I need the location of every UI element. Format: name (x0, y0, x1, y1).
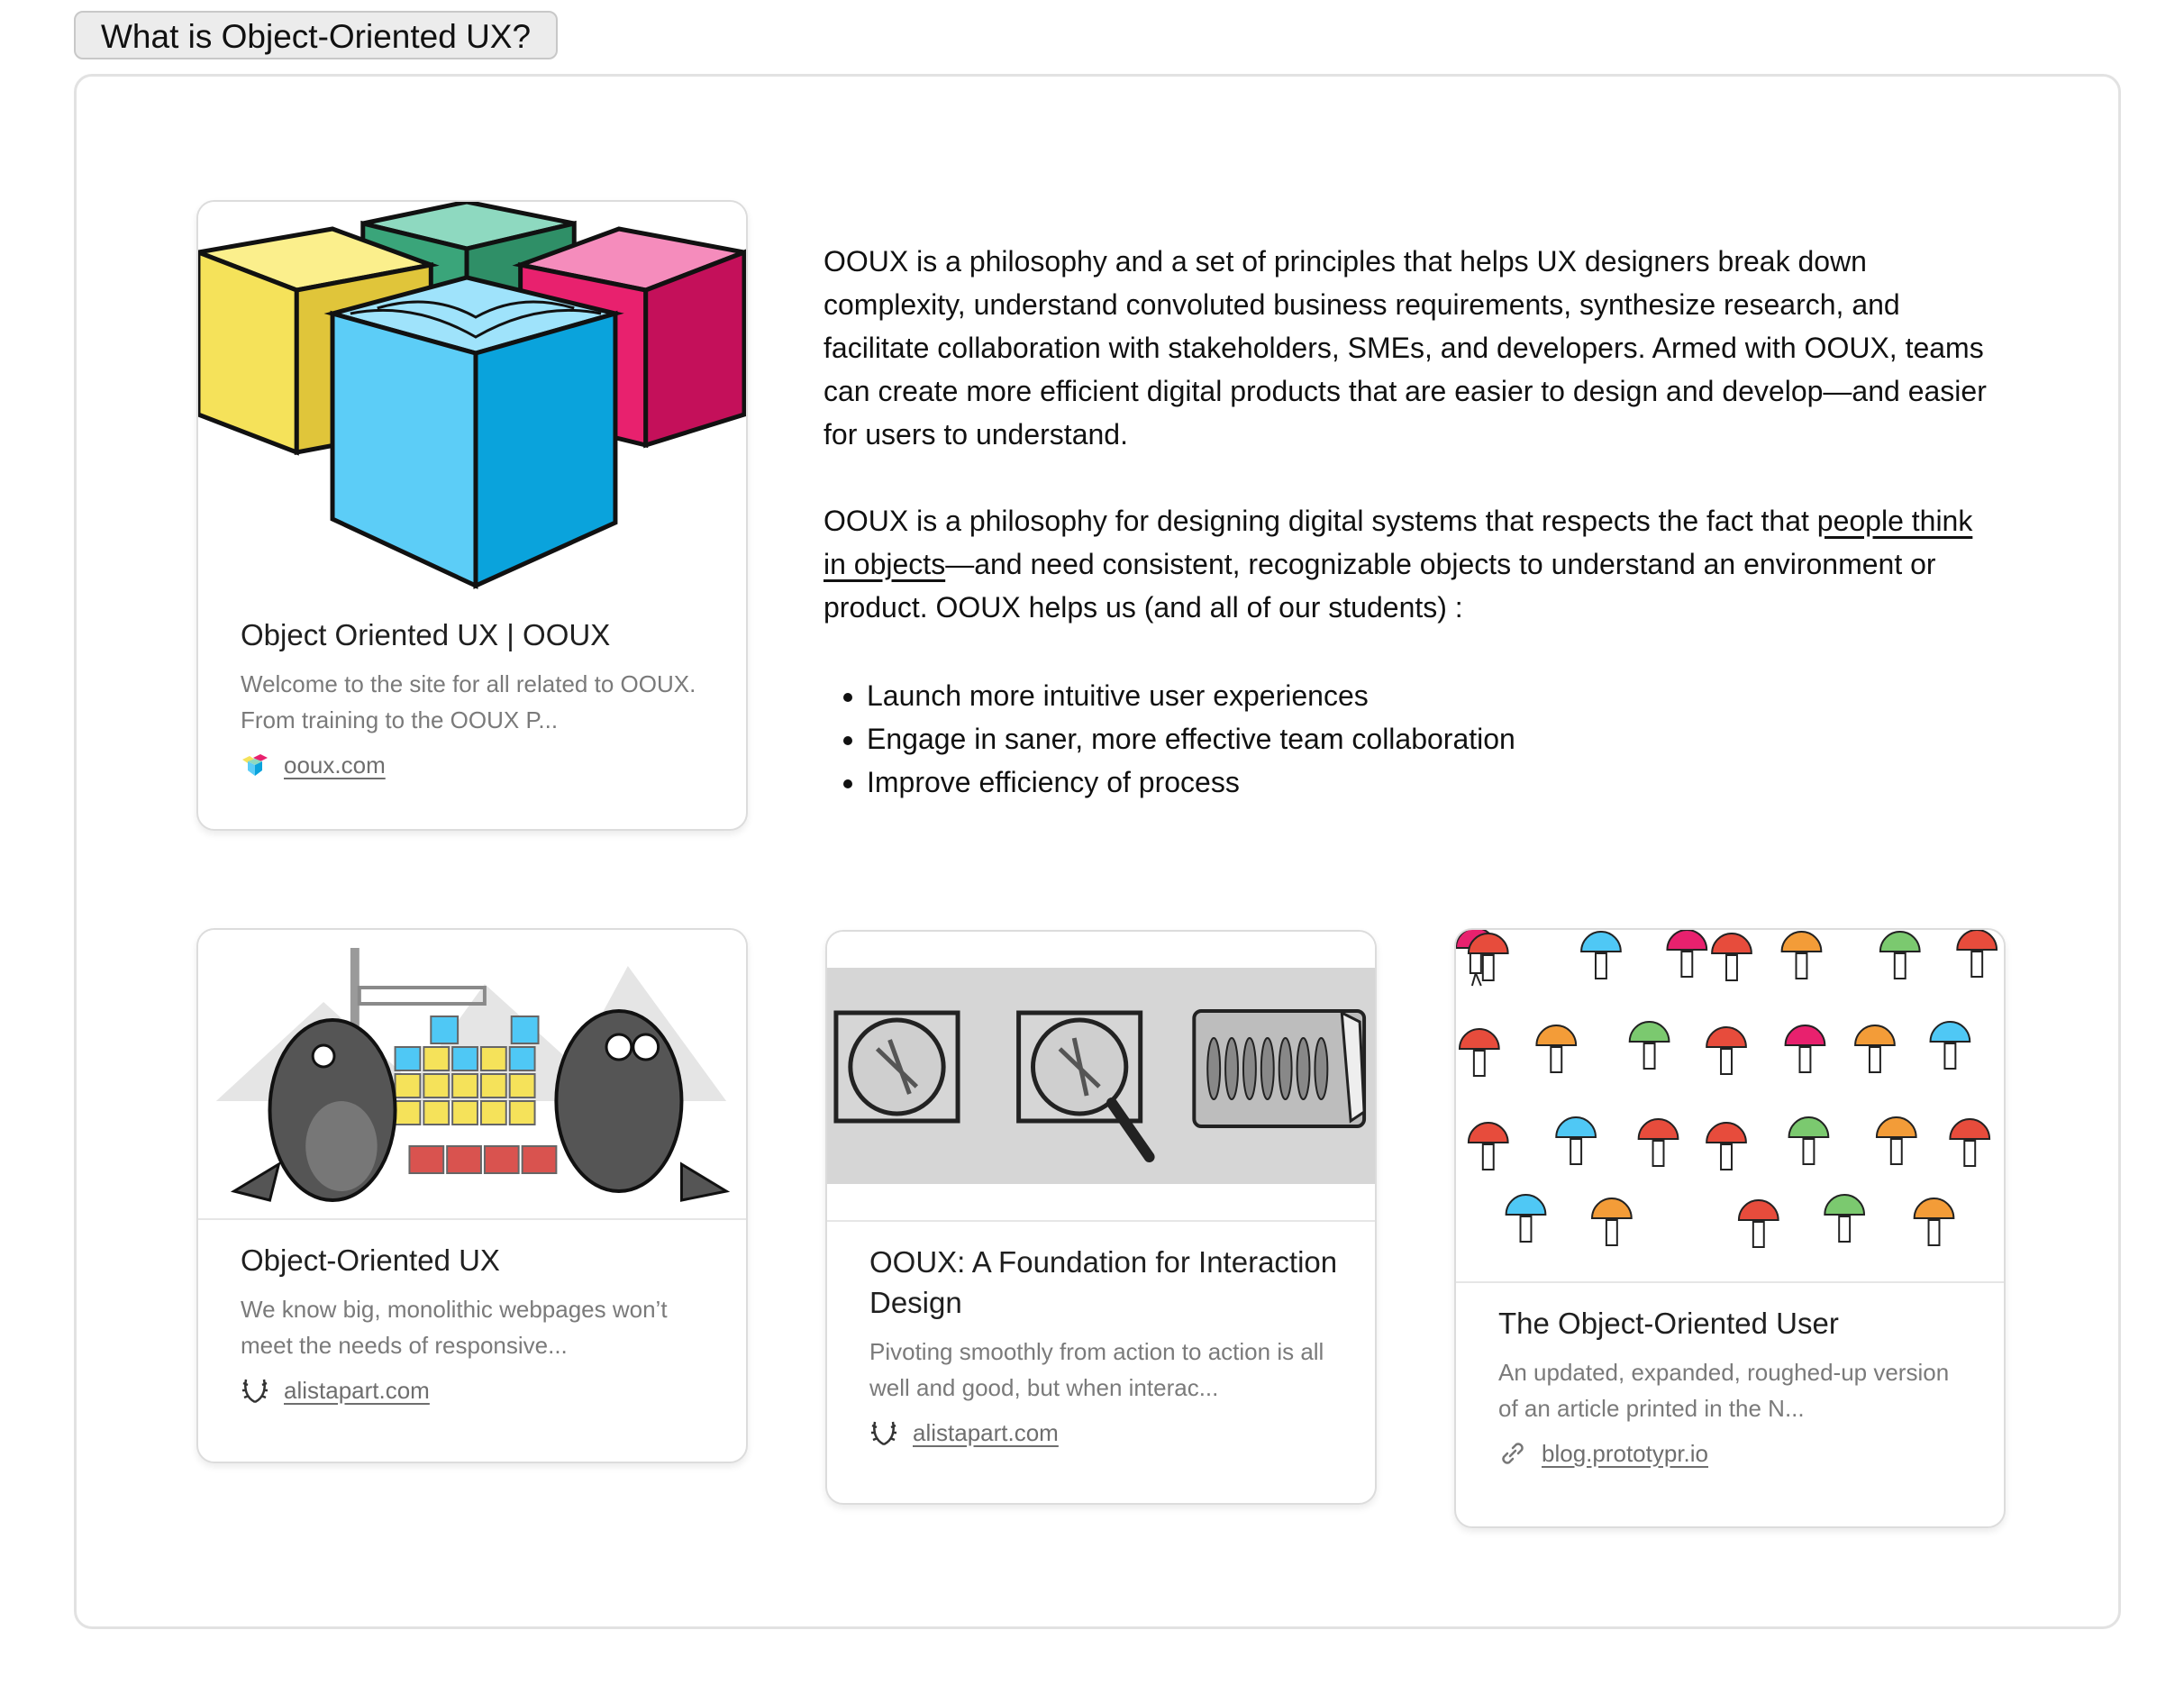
card-thumbnail-cubes (198, 202, 746, 598)
link-card-alistapart-ooux[interactable]: Object-Oriented UX We know big, monolith… (196, 928, 748, 1463)
card-thumbnail-monsters (198, 930, 746, 1220)
card-domain-link[interactable]: alistapart.com (284, 1377, 430, 1405)
card-source: ooux.com (241, 751, 710, 779)
card-body: Object Oriented UX | OOUX Welcome to the… (241, 615, 710, 779)
umbrellas-illustration (1456, 930, 2004, 1281)
list-item: Launch more intuitive user experiences (867, 674, 1515, 717)
cooking-illustration (827, 932, 1375, 1220)
card-thumbnail-umbrellas (1456, 930, 2004, 1283)
card-description: Pivoting smoothly from action to action … (869, 1338, 1324, 1401)
card-body: The Object-Oriented User An updated, exp… (1498, 1303, 1968, 1468)
section-toggle-tab[interactable]: What is Object-Oriented UX? (74, 11, 559, 59)
alistapart-laurel-icon (241, 1376, 269, 1405)
intro-paragraph-1: OOUX is a philosophy and a set of princi… (824, 245, 1987, 451)
card-domain-link[interactable]: alistapart.com (913, 1419, 1059, 1447)
card-title: Object-Oriented UX (241, 1243, 500, 1277)
card-source: alistapart.com (241, 1376, 710, 1405)
link-card-prototypr[interactable]: The Object-Oriented User An updated, exp… (1454, 928, 2006, 1528)
card-description: Welcome to the site for all related to O… (241, 670, 696, 733)
card-description: We know big, monolithic webpages won’t m… (241, 1296, 668, 1359)
card-body: OOUX: A Foundation for Interaction Desig… (869, 1242, 1339, 1447)
intro-paragraph-2-text-b: —and need consistent, recognizable objec… (824, 548, 1936, 624)
ooux-cubes-icon (241, 751, 269, 779)
card-source: blog.prototypr.io (1498, 1439, 1968, 1468)
card-body: Object-Oriented UX We know big, monolith… (241, 1240, 710, 1405)
section-title: What is Object-Oriented UX? (101, 18, 532, 55)
card-domain-link[interactable]: ooux.com (284, 751, 386, 779)
card-description: An updated, expanded, roughed-up version… (1498, 1359, 1950, 1422)
intro-paragraph-2: OOUX is a philosophy for designing digit… (824, 499, 1995, 629)
link-card-alistapart-foundation[interactable]: OOUX: A Foundation for Interaction Desig… (825, 930, 1377, 1505)
cubes-illustration (198, 202, 746, 598)
monsters-illustration (198, 930, 746, 1218)
card-title: The Object-Oriented User (1498, 1307, 1839, 1340)
card-title: Object Oriented UX | OOUX (241, 618, 611, 651)
alistapart-laurel-icon (869, 1418, 898, 1447)
intro-paragraph-2-text-a: OOUX is a philosophy for designing digit… (824, 505, 1817, 537)
link-card-ooux[interactable]: Object Oriented UX | OOUX Welcome to the… (196, 200, 748, 831)
card-title: OOUX: A Foundation for Interaction Desig… (869, 1245, 1338, 1319)
list-item: Improve efficiency of process (867, 760, 1515, 804)
card-domain-link[interactable]: blog.prototypr.io (1542, 1440, 1708, 1468)
link-icon (1498, 1439, 1527, 1468)
list-item: Engage in saner, more effective team col… (867, 717, 1515, 760)
benefits-list: Launch more intuitive user experiences E… (824, 674, 1515, 804)
card-thumbnail-cooking (827, 932, 1375, 1222)
card-source: alistapart.com (869, 1418, 1339, 1447)
